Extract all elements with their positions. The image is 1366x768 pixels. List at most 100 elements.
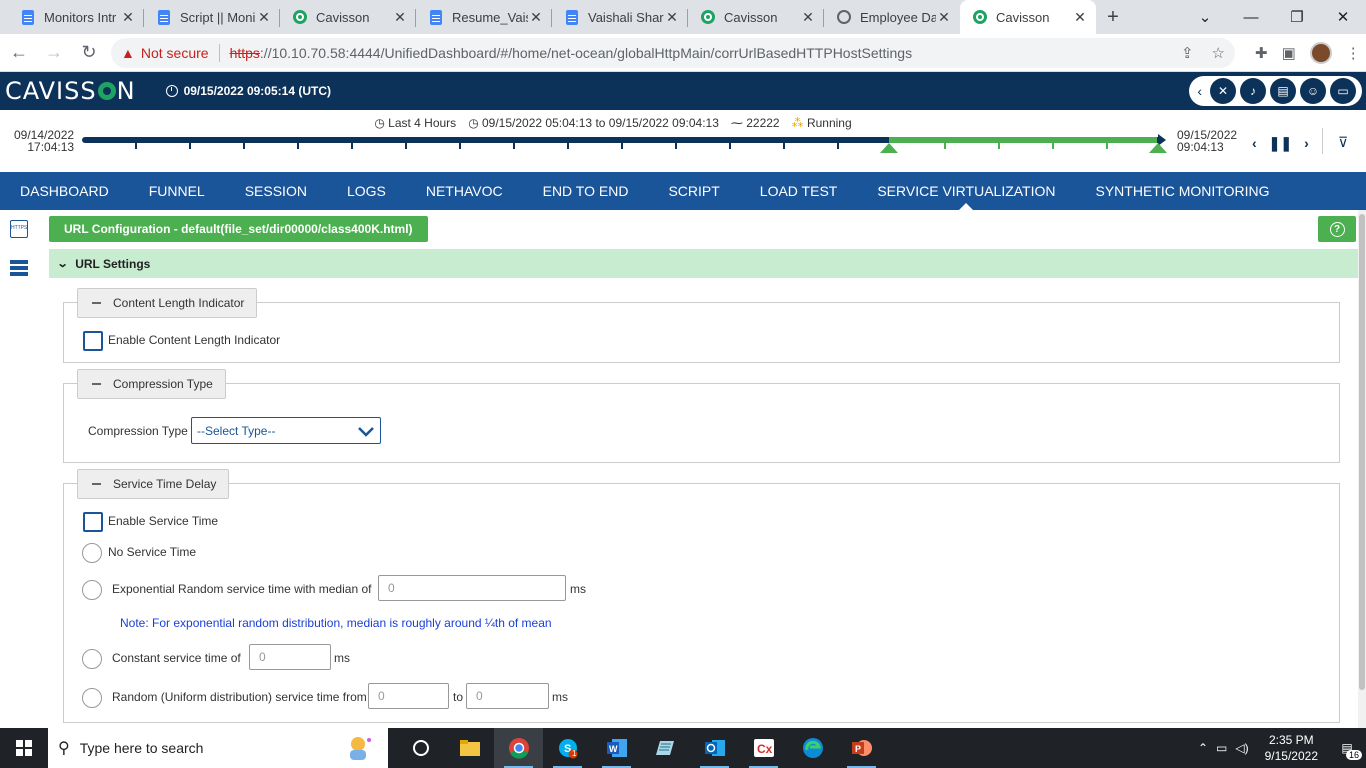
close-icon[interactable]: ✕ <box>936 9 952 26</box>
close-icon[interactable]: ✕ <box>120 9 136 26</box>
dashboard-icon[interactable]: ▤ <box>1270 78 1296 104</box>
notepad-button[interactable] <box>641 728 690 768</box>
close-icon[interactable]: ✕ <box>1072 9 1088 26</box>
service-time-legend[interactable]: Service Time Delay <box>77 469 230 499</box>
nav-service-virtualization[interactable]: SERVICE VIRTUALIZATION <box>857 172 1075 210</box>
url-settings-header[interactable]: ⌄ URL Settings <box>49 249 1358 278</box>
notification-center-icon[interactable]: ▤ 16 <box>1334 736 1362 760</box>
exponential-radio[interactable] <box>82 580 102 600</box>
chevron-up-icon[interactable]: ⌃ <box>1198 741 1208 755</box>
nav-script[interactable]: SCRIPT <box>648 172 739 210</box>
bell-icon[interactable]: ♪ <box>1240 78 1266 104</box>
monitor-icon[interactable]: ▭ <box>1330 78 1356 104</box>
compression-type-select[interactable]: --Select Type-- <box>191 417 381 444</box>
browser-tab[interactable]: Script || Moni ✕ <box>144 0 280 34</box>
back-icon[interactable]: ← <box>3 37 35 69</box>
outlook-button[interactable] <box>690 728 739 768</box>
content-length-legend[interactable]: Content Length Indicator <box>77 288 258 318</box>
volume-icon[interactable]: ◁) <box>1235 741 1248 755</box>
timeline-handle-right[interactable] <box>1149 143 1167 153</box>
logo-o-icon <box>97 82 116 100</box>
powerpoint-button[interactable]: P <box>837 728 886 768</box>
notification-badge: 16 <box>1345 750 1362 760</box>
close-icon[interactable]: ✕ <box>664 9 680 26</box>
nav-end-to-end[interactable]: END TO END <box>523 172 649 210</box>
taskbar-clock[interactable]: 2:35 PM 9/15/2022 <box>1265 732 1318 764</box>
browser-tab[interactable]: Cavisson ✕ <box>280 0 416 34</box>
close-icon[interactable]: ✕ <box>392 9 408 26</box>
browser-tab[interactable]: Employee Da ✕ <box>824 0 960 34</box>
service-time-panel: Service Time Delay Enable Service Time N… <box>63 469 1340 723</box>
url-configuration-title: URL Configuration - default(file_set/dir… <box>49 216 428 242</box>
nav-synthetic-monitoring[interactable]: SYNTHETIC MONITORING <box>1076 172 1290 210</box>
skype-button[interactable]: S1 <box>543 728 592 768</box>
help-button[interactable]: ? <box>1318 216 1356 242</box>
share-icon[interactable]: ⇪ <box>1181 44 1194 62</box>
file-explorer-button[interactable] <box>445 728 494 768</box>
no-service-time-radio[interactable] <box>82 543 102 563</box>
nav-funnel[interactable]: FUNNEL <box>129 172 225 210</box>
tab-list: Monitors Intr ✕ Script || Moni ✕ Cavisson ✕… <box>0 0 1130 34</box>
cavisson-app-button[interactable]: Cx <box>739 728 788 768</box>
close-icon[interactable]: ✕ <box>800 9 816 26</box>
random-from-input[interactable]: 0 <box>368 683 449 709</box>
browser-tab[interactable]: Monitors Intr ✕ <box>8 0 144 34</box>
edge-button[interactable] <box>788 728 837 768</box>
taskbar-search[interactable]: ⚲ Type here to search <box>48 728 388 768</box>
chevron-left-icon[interactable]: ‹ <box>1252 135 1257 152</box>
constant-time-input[interactable]: 0 <box>249 644 331 670</box>
new-tab-button[interactable]: + <box>1096 0 1130 34</box>
url-input[interactable]: ▲ Not secure https://10.10.70.58:4444/Un… <box>111 37 1235 68</box>
timeline-selection[interactable] <box>889 137 1157 143</box>
tools-icon[interactable]: ✕ <box>1210 78 1236 104</box>
user-icon[interactable]: ☺ <box>1300 78 1326 104</box>
compression-legend[interactable]: Compression Type <box>77 369 226 399</box>
timeline-handle-left[interactable] <box>880 143 898 153</box>
constant-radio[interactable] <box>82 649 102 669</box>
reload-icon[interactable]: ↻ <box>73 37 105 69</box>
close-icon[interactable]: ✕ <box>528 9 544 26</box>
nav-session[interactable]: SESSION <box>225 172 327 210</box>
minimize-icon[interactable]: — <box>1228 0 1274 34</box>
start-button[interactable] <box>0 728 48 768</box>
browser-tab[interactable]: Vaishali Sharm✕ <box>552 0 688 34</box>
task-view-button[interactable] <box>396 728 445 768</box>
enable-content-length-checkbox[interactable] <box>83 331 103 351</box>
enable-service-time-checkbox[interactable] <box>83 512 103 532</box>
filter-icon[interactable]: ⊽ <box>1338 134 1348 151</box>
chevron-left-icon[interactable]: ‹ <box>1197 83 1202 99</box>
random-to-input[interactable]: 0 <box>466 683 549 709</box>
chevron-right-icon[interactable]: › <box>1304 135 1309 152</box>
exponential-median-input[interactable]: 0 <box>378 575 566 601</box>
timeline-start: 09/14/2022 17:04:13 <box>14 128 75 154</box>
restore-icon[interactable]: ❐ <box>1274 0 1320 34</box>
nav-logs[interactable]: LOGS <box>327 172 406 210</box>
chrome-button[interactable] <box>494 728 543 768</box>
nav-nethavoc[interactable]: NETHAVOC <box>406 172 523 210</box>
timeline-range[interactable]: ◷ Last 4 Hours <box>374 116 456 130</box>
timeline-tick <box>1106 143 1108 149</box>
close-icon[interactable]: ✕ <box>256 9 272 26</box>
window-close-icon[interactable]: ✕ <box>1320 0 1366 34</box>
random-radio[interactable] <box>82 688 102 708</box>
extensions-icon[interactable]: ✚ <box>1255 44 1268 62</box>
tab-search-icon[interactable]: ⌄ <box>1182 0 1228 34</box>
browser-tab[interactable]: Resume_Vaish✕ <box>416 0 552 34</box>
page-scrollbar[interactable] <box>1358 210 1366 728</box>
security-label[interactable]: Not secure <box>141 45 209 61</box>
side-panel-icon[interactable]: ▣ <box>1282 44 1296 62</box>
nav-dashboard[interactable]: DASHBOARD <box>0 172 129 210</box>
network-icon[interactable]: ▭ <box>1216 741 1227 755</box>
pause-icon[interactable]: ❚❚ <box>1269 135 1292 152</box>
profile-avatar[interactable] <box>1309 41 1332 64</box>
https-icon[interactable]: HTTPS <box>10 220 28 238</box>
menu-kebab-icon[interactable]: ⋮ <box>1346 44 1361 62</box>
bookmark-star-icon[interactable]: ☆ <box>1212 44 1225 62</box>
nav-load-test[interactable]: LOAD TEST <box>740 172 858 210</box>
browser-tab-active[interactable]: Cavisson ✕ <box>960 0 1096 34</box>
word-button[interactable]: W <box>592 728 641 768</box>
browser-tab[interactable]: Cavisson ✕ <box>688 0 824 34</box>
server-icon[interactable] <box>10 260 28 278</box>
forward-icon[interactable]: → <box>38 37 70 69</box>
scrollbar-thumb[interactable] <box>1359 214 1365 690</box>
